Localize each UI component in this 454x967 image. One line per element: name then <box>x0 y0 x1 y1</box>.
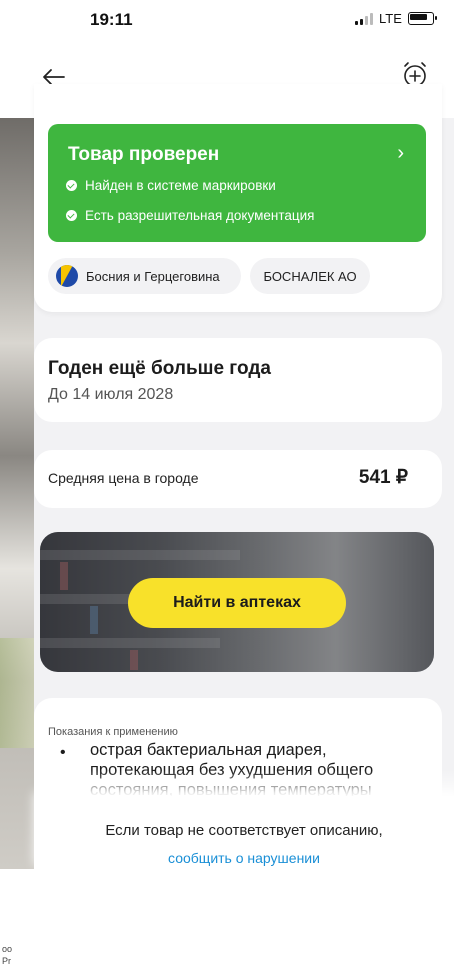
expiry-card: Годен ещё больше года До 14 июля 2028 <box>34 338 442 422</box>
report-text: Если товар не соответствует описанию, <box>105 822 383 839</box>
status-bar: 19:11 LTE <box>0 0 454 40</box>
manufacturer-label: БОСНАЛЕК АО <box>263 268 357 284</box>
signal-icon <box>355 12 373 25</box>
manufacturer-chip[interactable]: БОСНАЛЕК АО <box>250 258 370 294</box>
price-card: Средняя цена в городе 541 ₽ <box>34 450 442 508</box>
verified-title: Товар проверен <box>68 144 220 165</box>
expiry-title: Годен ещё больше года <box>48 358 271 379</box>
check-icon <box>66 210 77 221</box>
price-label: Средняя цена в городе <box>48 470 199 486</box>
network-label: LTE <box>379 11 402 26</box>
battery-icon <box>407 12 437 25</box>
check-row-label: Есть разрешительная документация <box>85 208 315 223</box>
check-row: Найден в системе маркировки <box>66 178 276 193</box>
verified-banner[interactable]: Товар проверен › Найден в системе маркир… <box>48 124 426 242</box>
price-value: 541 ₽ <box>358 467 408 488</box>
check-row: Есть разрешительная документация <box>66 208 314 223</box>
check-row-label: Найден в системе маркировки <box>85 178 276 193</box>
report-panel: Если товар не соответствует описанию, со… <box>34 796 454 869</box>
country-label: Босния и Герцеговина <box>86 268 220 284</box>
background-photo: oo Pr <box>0 118 34 966</box>
country-chip[interactable]: Босния и Герцеговина <box>48 258 241 294</box>
status-time: 19:11 <box>90 10 133 29</box>
indications-label: Показания к применению <box>48 726 178 738</box>
chevron-right-icon: › <box>397 142 404 164</box>
bosnia-flag-icon <box>56 265 78 287</box>
background-photo-text: oo Pr <box>2 944 13 966</box>
report-violation-link[interactable]: сообщить о нарушении <box>34 850 454 866</box>
bullet-icon: • <box>60 744 66 761</box>
check-icon <box>66 180 77 191</box>
status-indicators: LTE <box>355 11 437 26</box>
expiry-date: До 14 июля 2028 <box>48 386 174 403</box>
pharmacy-banner: Найти в аптеках <box>40 532 434 672</box>
find-in-pharmacies-button[interactable]: Найти в аптеках <box>128 578 346 628</box>
